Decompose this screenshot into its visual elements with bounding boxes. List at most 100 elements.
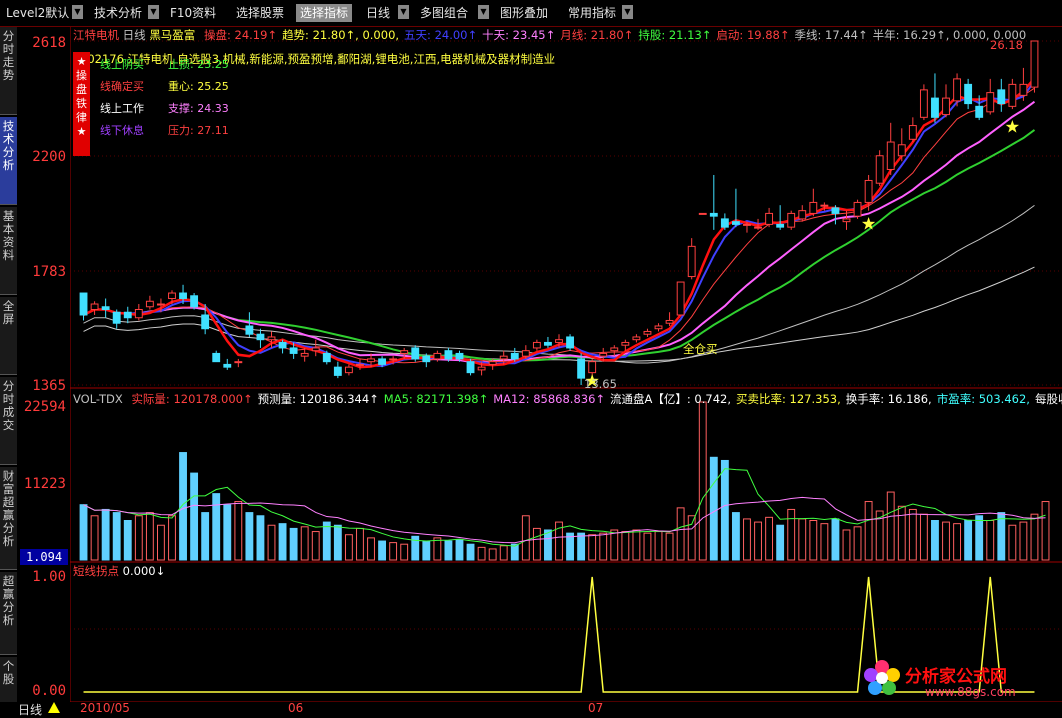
volume-bar xyxy=(79,504,88,561)
volume-bar xyxy=(1019,521,1028,561)
candle-body xyxy=(344,366,353,374)
volume-axis-mid: 11223 xyxy=(23,476,66,492)
dropdown-arrow-icon[interactable]: ▼ xyxy=(72,5,83,19)
main-indicator-header: 江特电机 日线 黑马盈富 操盘: 24.19↑ 趋势: 21.80↑, 0.000… xyxy=(73,27,1026,43)
toolbar-1-button[interactable]: Level2默认 xyxy=(2,4,73,22)
volume-bar xyxy=(720,459,729,561)
volume-bar xyxy=(488,548,497,561)
price-axis-top: 2618 xyxy=(32,35,66,51)
candle-body xyxy=(942,97,950,116)
volume-bar xyxy=(919,513,928,561)
candle-body xyxy=(112,311,121,324)
candle-body xyxy=(1019,83,1028,96)
volume-bar xyxy=(754,521,762,561)
candle-body xyxy=(212,352,221,363)
watermark-title: 分析家公式网 xyxy=(905,667,1007,687)
left-tab-4[interactable]: 全屏 xyxy=(0,297,17,375)
candle-body xyxy=(378,358,387,365)
volume-bar xyxy=(842,529,851,561)
volume-bar xyxy=(433,537,442,561)
volume-bar xyxy=(698,401,707,561)
dropdown-arrow-icon[interactable]: ▼ xyxy=(398,5,409,19)
rule-label: 线下休息 xyxy=(100,124,144,137)
volume-bar xyxy=(521,515,530,561)
volume-bar xyxy=(676,507,685,561)
candle-body xyxy=(532,341,541,349)
candle-body xyxy=(853,201,862,217)
candle-body xyxy=(997,89,1006,105)
candle-body xyxy=(289,347,298,354)
toolbar-8-button[interactable]: 图形叠加 xyxy=(496,4,552,22)
dropdown-arrow-icon[interactable]: ▼ xyxy=(478,5,489,19)
toolbar-9-button[interactable]: 常用指标 xyxy=(564,4,620,22)
volume-bar xyxy=(322,521,331,561)
left-tab-6[interactable]: 财富超赢分析 xyxy=(0,467,17,570)
left-tab-5[interactable]: 分时成交 xyxy=(0,377,17,465)
candle-body xyxy=(654,325,663,330)
candle-body xyxy=(588,361,597,374)
volume-item-6: 买卖比率: 127.353, xyxy=(736,392,841,406)
dropdown-arrow-icon[interactable]: ▼ xyxy=(622,5,633,19)
candle-body xyxy=(134,309,143,319)
price-axis-2: 2200 xyxy=(32,149,66,165)
volume-bar xyxy=(964,520,973,561)
toolbar-7-button[interactable]: 多图组合 xyxy=(416,4,472,22)
candle-body xyxy=(975,105,984,118)
volume-bar xyxy=(201,512,210,561)
volume-bar xyxy=(212,493,221,561)
rule-value: 止损: 23.25 xyxy=(168,58,229,71)
volume-bar xyxy=(787,508,796,561)
candle-body xyxy=(444,350,453,360)
candle-body xyxy=(157,303,165,306)
dropdown-arrow-icon[interactable]: ▼ xyxy=(148,5,159,19)
volume-item-1: 实际量: 120178.000↑ xyxy=(131,392,253,406)
volume-bar xyxy=(665,532,674,561)
candle-body xyxy=(1008,83,1017,107)
candle-body xyxy=(333,366,342,376)
candle-body xyxy=(300,352,309,357)
volume-item-4: MA12: 85868.836↑ xyxy=(493,392,606,406)
volume-bar xyxy=(643,532,652,561)
toolbar-6-button[interactable]: 日线 xyxy=(362,4,394,22)
volume-bar xyxy=(864,501,873,561)
volume-bar xyxy=(743,518,751,561)
toolbar-5-button[interactable]: 选择指标 xyxy=(296,4,353,22)
period-selector[interactable]: 日线 xyxy=(18,701,42,718)
left-tab-1[interactable]: 分时走势 xyxy=(0,27,17,115)
left-tab-2[interactable]: 技术分析 xyxy=(0,117,17,205)
rule-value: 支撑: 24.33 xyxy=(168,102,229,115)
triangle-up-icon[interactable] xyxy=(48,702,60,713)
volume-bar xyxy=(1008,524,1017,561)
candle-body xyxy=(632,336,641,341)
left-tab-7[interactable]: 超赢分析 xyxy=(0,572,17,655)
volume-bar xyxy=(256,515,265,561)
volume-bar xyxy=(577,532,586,561)
candle-body xyxy=(90,303,99,311)
candle-body xyxy=(986,92,995,113)
rule-value: 压力: 27.11 xyxy=(168,124,229,137)
candle-body xyxy=(676,281,685,316)
volume-bar xyxy=(897,505,906,561)
volume-bar xyxy=(223,504,232,561)
toolbar-4-button[interactable]: 选择股票 xyxy=(232,4,288,22)
header-period: 日线 xyxy=(122,28,146,42)
toolbar-2-button[interactable]: 技术分析 xyxy=(90,4,146,22)
candle-body xyxy=(455,352,464,360)
candle-body xyxy=(422,355,431,363)
header-item-1: 操盘: 24.19↑ xyxy=(203,28,278,42)
toolbar-3-button[interactable]: F10资料 xyxy=(166,4,220,22)
candle-body xyxy=(776,223,785,228)
candle-body xyxy=(886,141,895,170)
candle-body xyxy=(79,292,88,316)
volume-bar xyxy=(942,521,950,561)
candle-body xyxy=(245,325,254,335)
volume-bar xyxy=(234,501,243,561)
volume-bar xyxy=(267,524,276,561)
top-toolbar: Level2默认 ▼ 技术分析 ▼ F10资料 选择股票 选择指标 日线 ▼ 多图组合 ▼ 图形叠加常… xyxy=(0,0,1062,27)
header-item-8: 季线: 17.44↑ xyxy=(794,28,868,42)
candle-body xyxy=(190,295,199,308)
volume-bar xyxy=(975,515,984,561)
signal-label: 全仓买 xyxy=(683,342,718,356)
volume-bar xyxy=(344,534,353,561)
left-tab-3[interactable]: 基本资料 xyxy=(0,207,17,295)
